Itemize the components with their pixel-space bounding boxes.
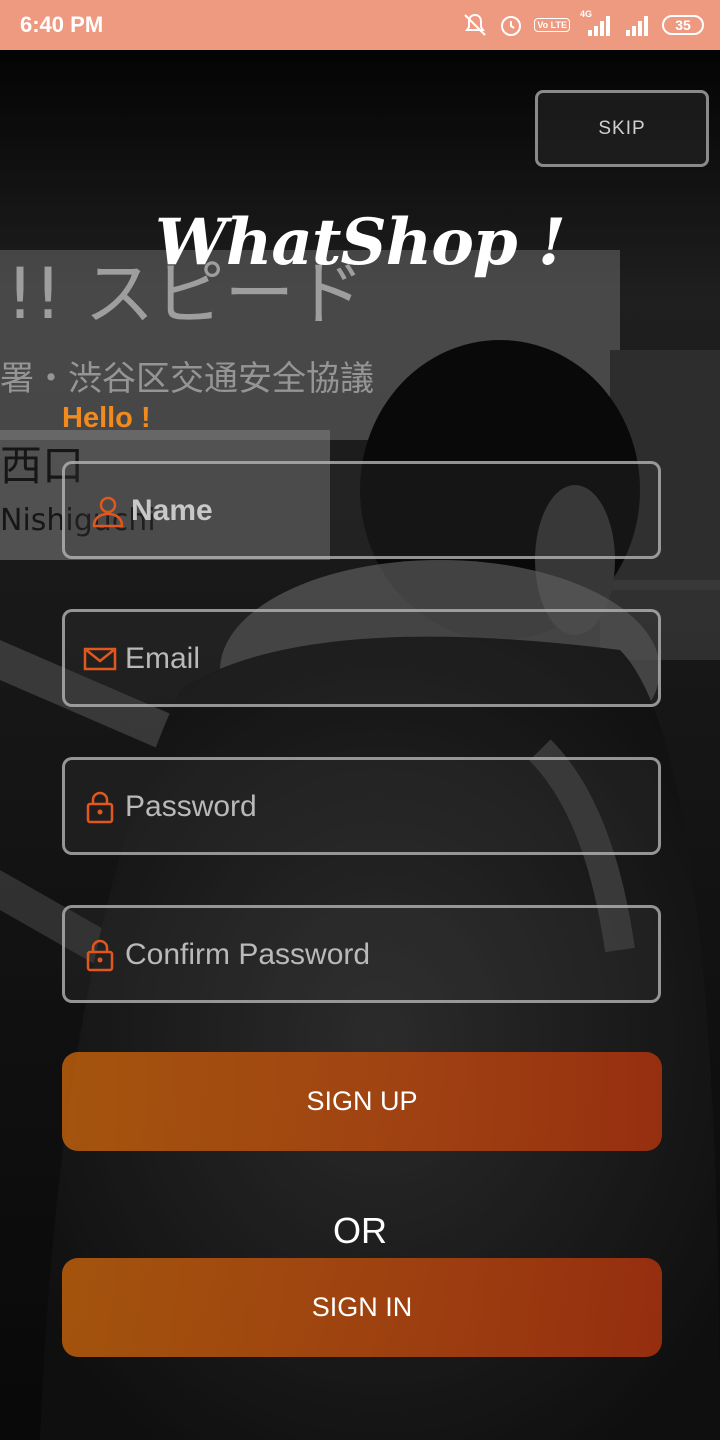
email-field[interactable]: Email — [62, 609, 661, 707]
signal-icon — [624, 13, 652, 37]
status-time: 6:40 PM — [20, 12, 104, 37]
volte-icon: Vo LTE — [534, 18, 570, 32]
confirm-password-placeholder: Confirm Password — [125, 938, 371, 971]
battery-icon: 35 — [662, 15, 704, 35]
status-bar: 6:40 PM Vo LTE 4G 35 — [0, 0, 720, 50]
mail-icon — [83, 642, 117, 676]
sign-in-button[interactable]: SIGN IN — [62, 1258, 662, 1357]
greeting-text: Hello ! — [62, 402, 151, 434]
user-icon — [91, 494, 125, 528]
sign-up-button[interactable]: SIGN UP — [62, 1052, 662, 1151]
network-type-label: 4G — [580, 9, 593, 19]
email-placeholder: Email — [125, 642, 201, 675]
status-icons: Vo LTE 4G 35 — [462, 9, 704, 40]
password-field[interactable]: Password — [62, 757, 661, 855]
or-divider-text: OR — [333, 1210, 387, 1251]
signal-icon: 4G — [580, 9, 614, 37]
name-field[interactable]: Name — [62, 461, 661, 559]
lock-icon — [83, 938, 117, 972]
alarm-icon — [498, 12, 524, 38]
skip-button[interactable]: SKIP — [535, 90, 709, 167]
password-placeholder: Password — [125, 790, 257, 823]
mute-icon — [462, 12, 488, 38]
app-logo: WhatShop ! — [155, 205, 566, 280]
name-placeholder: Name — [131, 494, 213, 527]
confirm-password-field[interactable]: Confirm Password — [62, 905, 661, 1003]
lock-icon — [83, 790, 117, 824]
